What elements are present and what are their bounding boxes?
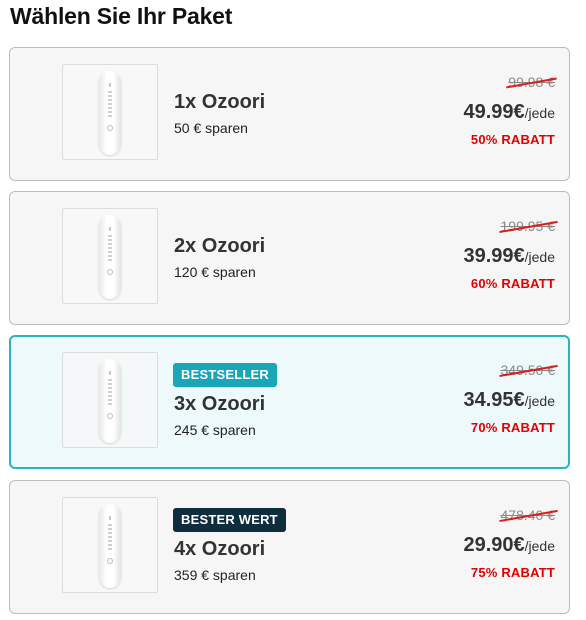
package-name: 4x Ozoori	[174, 538, 266, 560]
unit-price: 34.95€	[463, 389, 525, 411]
unit-price: 39.99€	[463, 245, 525, 267]
old-price: 99.98 €	[506, 74, 557, 90]
discount-label: 50% RABATT	[470, 132, 555, 147]
price-unit: /jede	[524, 538, 555, 554]
discount-label: 70% RABATT	[470, 420, 555, 435]
package-option-3x[interactable]: BESTSELLER 3x Ozoori 245 € sparen 349.50…	[9, 335, 570, 469]
price-unit: /jede	[524, 249, 555, 265]
best-value-badge: BESTER WERT	[173, 508, 286, 532]
product-image	[62, 352, 158, 448]
old-price: 478.40 €	[498, 507, 557, 523]
price-unit: /jede	[524, 105, 555, 121]
ozoori-device-icon	[99, 215, 121, 299]
package-savings: 50 € sparen	[174, 120, 248, 136]
old-price: 349.50 €	[498, 362, 557, 378]
page-title: Wählen Sie Ihr Paket	[10, 3, 233, 29]
price-block: 349.50 € 34.95€/jede 70% RABATT	[415, 362, 557, 435]
package-option-1x[interactable]: 1x Ozoori 50 € sparen 99.98 € 49.99€/jed…	[9, 47, 570, 181]
package-name: 3x Ozoori	[174, 393, 266, 415]
price-unit: /jede	[524, 393, 555, 409]
old-price: 199.95 €	[498, 218, 557, 234]
package-savings: 120 € sparen	[174, 264, 256, 280]
package-option-4x[interactable]: BESTER WERT 4x Ozoori 359 € sparen 478.4…	[9, 480, 570, 614]
ozoori-device-icon	[99, 71, 121, 155]
product-image	[62, 208, 158, 304]
ozoori-device-icon	[99, 359, 121, 443]
unit-price: 29.90€	[463, 534, 525, 556]
package-savings: 245 € sparen	[174, 422, 256, 438]
price-block: 99.98 € 49.99€/jede 50% RABATT	[415, 74, 557, 147]
package-name: 1x Ozoori	[174, 91, 266, 113]
package-option-2x[interactable]: 2x Ozoori 120 € sparen 199.95 € 39.99€/j…	[9, 191, 570, 325]
discount-label: 75% RABATT	[470, 565, 555, 580]
discount-label: 60% RABATT	[470, 276, 555, 291]
unit-price: 49.99€	[463, 101, 525, 123]
ozoori-device-icon	[99, 504, 121, 588]
product-image	[62, 497, 158, 593]
price-block: 478.40 € 29.90€/jede 75% RABATT	[415, 507, 557, 580]
price-block: 199.95 € 39.99€/jede 60% RABATT	[415, 218, 557, 291]
package-savings: 359 € sparen	[174, 567, 256, 583]
bestseller-badge: BESTSELLER	[173, 363, 277, 387]
package-name: 2x Ozoori	[174, 235, 266, 257]
product-image	[62, 64, 158, 160]
